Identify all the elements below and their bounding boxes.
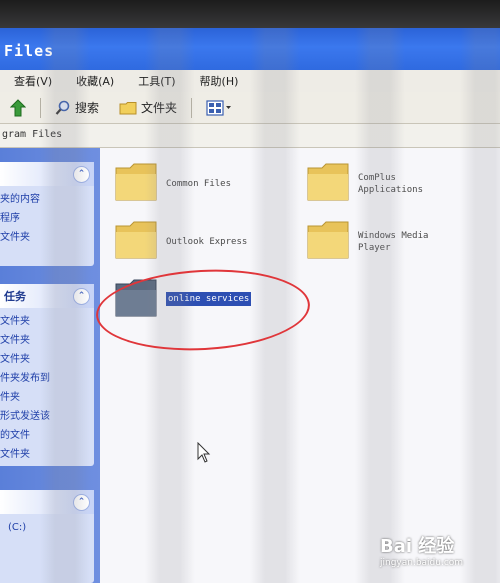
folder-icon (307, 163, 349, 201)
menu-view[interactable]: 查看(V) (0, 73, 62, 89)
baidu-watermark: Bai 经验 jingyan.baidu.com (380, 532, 498, 580)
folder-label: Outlook Express (166, 237, 248, 247)
panel-header[interactable]: 任务 ⌃ (0, 284, 94, 308)
folders-button[interactable]: 文件夹 (109, 99, 187, 116)
task-link[interactable]: 文件夹 (0, 228, 94, 247)
task-link[interactable]: 文件夹 (0, 350, 94, 369)
folders-label: 文件夹 (141, 101, 178, 115)
task-link[interactable]: 件夹 (0, 388, 94, 407)
folder-item[interactable]: Outlook Express (114, 220, 266, 260)
panel-header[interactable]: ⌃ (0, 162, 94, 186)
search-button[interactable]: 搜索 (45, 99, 109, 116)
mouse-cursor-icon (197, 442, 211, 463)
task-pane: ⌃ 夹的内容 程序 文件夹 任务 ⌃ 文件夹 文件夹 文件夹 件夹发布到 件夹 … (0, 148, 100, 583)
screen: Files 查看(V) 收藏(A) 工具(T) 帮助(H) 搜索 文件夹 gra… (0, 0, 500, 583)
panel-body: (C:) (0, 514, 94, 543)
chevron-up-icon[interactable]: ⌃ (73, 493, 90, 511)
watermark-brand: Bai 经验 (380, 536, 455, 557)
menu-tools[interactable]: 工具(T) (124, 73, 185, 89)
panel-title: 任务 (4, 290, 26, 303)
toolbar-separator (191, 97, 193, 118)
menu-bar: 查看(V) 收藏(A) 工具(T) 帮助(H) (0, 70, 500, 92)
task-link[interactable]: 夹的内容 (0, 190, 94, 209)
folder-view: Common Files ComPlus Applications Outloo… (100, 148, 500, 583)
task-link[interactable]: 形式发送该 (0, 407, 94, 426)
search-label: 搜索 (75, 101, 100, 115)
task-link[interactable]: 件夹发布到 (0, 369, 94, 388)
address-bar[interactable]: gram Files (0, 124, 500, 148)
up-arrow-icon (10, 98, 26, 116)
panel-body: 夹的内容 程序 文件夹 (0, 186, 94, 253)
toolbar-separator (40, 97, 41, 118)
folder-item[interactable]: Windows Media Player (306, 220, 458, 260)
views-button[interactable] (196, 99, 242, 116)
folder-item[interactable]: ComPlus Applications (306, 162, 458, 202)
task-panel-details: ⌃ (C:) (0, 490, 94, 583)
up-button[interactable] (0, 98, 36, 117)
drive-link[interactable]: (C:) (0, 518, 94, 537)
panel-header[interactable]: ⌃ (0, 490, 94, 514)
chevron-up-icon[interactable]: ⌃ (73, 287, 90, 305)
panel-body: 文件夹 文件夹 文件夹 件夹发布到 件夹 形式发送该 的文件 文件夹 (0, 308, 94, 470)
window-title: Files (4, 42, 55, 60)
folder-icon (119, 101, 137, 114)
chevron-up-icon[interactable]: ⌃ (73, 165, 90, 183)
menu-help[interactable]: 帮助(H) (186, 73, 249, 89)
task-link[interactable]: 的文件 (0, 426, 94, 445)
window-title-bar[interactable]: Files (0, 28, 500, 70)
folder-item[interactable]: Common Files (114, 162, 266, 202)
folder-label: Common Files (166, 179, 232, 189)
toolbar: 搜索 文件夹 (0, 92, 500, 124)
folder-label: Windows Media Player (358, 231, 429, 253)
watermark-url: jingyan.baidu.com (380, 558, 464, 568)
task-link[interactable]: 程序 (0, 209, 94, 228)
folder-icon (115, 221, 157, 259)
task-link[interactable]: 文件夹 (0, 331, 94, 350)
folder-icon (115, 163, 157, 201)
folder-icon (307, 221, 349, 259)
task-link[interactable]: 文件夹 (0, 312, 94, 331)
search-icon (55, 100, 70, 115)
address-path: gram Files (2, 129, 63, 140)
monitor-bezel (0, 0, 500, 30)
task-panel-folder-tasks: 任务 ⌃ 文件夹 文件夹 文件夹 件夹发布到 件夹 形式发送该 的文件 文件夹 (0, 284, 94, 466)
task-panel-file-folder: ⌃ 夹的内容 程序 文件夹 (0, 162, 94, 266)
folder-label: ComPlus Applications (358, 173, 424, 195)
views-grid-icon (206, 99, 232, 116)
task-link[interactable]: 文件夹 (0, 445, 94, 464)
menu-favorites[interactable]: 收藏(A) (62, 73, 124, 89)
